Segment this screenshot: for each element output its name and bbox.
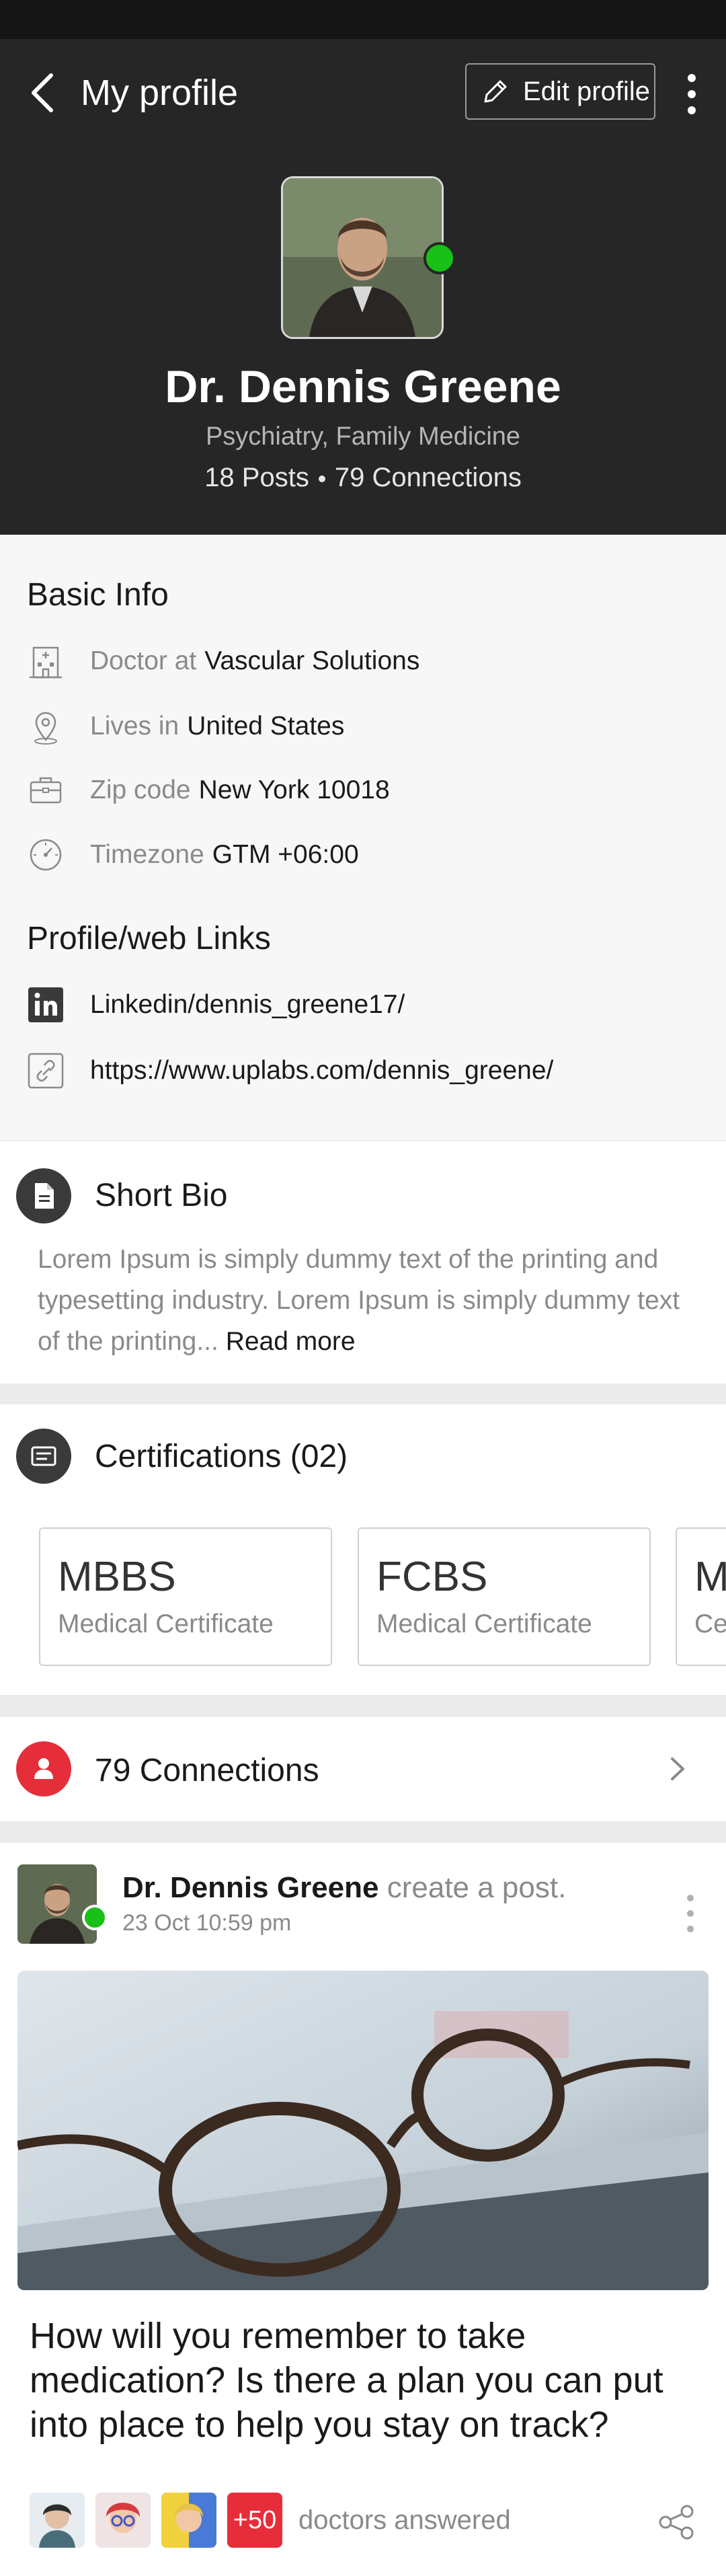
- cert-icon-circle: [16, 1429, 71, 1484]
- cert-subtitle: Medical Certificate: [58, 1609, 274, 1638]
- glasses-photo: [17, 1971, 709, 2290]
- edit-profile-label: Edit profile: [523, 76, 650, 106]
- info-label: Lives in: [90, 712, 179, 741]
- profile-header: My profile Edit profile Dr. Dennis Green…: [0, 39, 726, 535]
- short-bio-card: Short Bio Lorem Ipsum is simply dummy te…: [0, 1141, 726, 1384]
- post-question: How will you remember to take medication…: [30, 2316, 663, 2445]
- info-value: New York 10018: [198, 775, 390, 804]
- info-label: Doctor at: [90, 646, 197, 675]
- doctor-photo: [283, 178, 442, 337]
- linkedin-icon: [27, 986, 65, 1024]
- online-status-dot: [424, 242, 456, 274]
- separator-dot: [318, 476, 325, 483]
- short-bio-title: Short Bio: [95, 1178, 228, 1213]
- answers-row[interactable]: +50 doctors answered: [30, 2493, 511, 2548]
- profile-avatar-wrapper: [281, 176, 456, 339]
- cert-subtitle: Medical Certificate: [376, 1609, 592, 1638]
- bio-icon-circle: [16, 1168, 71, 1223]
- profile-links-title: Profile/web Links: [27, 921, 271, 956]
- connections-count[interactable]: 79 Connections: [335, 463, 522, 492]
- back-button[interactable]: [24, 66, 65, 120]
- basic-info-section: Basic Info Doctor at Vascular Solutions …: [0, 535, 726, 1140]
- connections-label: 79 Connections: [95, 1753, 319, 1788]
- info-value: United States: [187, 712, 345, 741]
- chevron-left-icon: [32, 73, 53, 112]
- share-button[interactable]: [656, 2502, 696, 2542]
- pencil-icon: [484, 80, 507, 103]
- info-value: GTM +06:00: [212, 840, 359, 869]
- answer-avatar: [30, 2493, 85, 2548]
- answer-avatar: [95, 2493, 151, 2548]
- info-row-workplace: Doctor at Vascular Solutions: [27, 638, 419, 685]
- avatar[interactable]: [281, 176, 444, 339]
- link-row-linkedin[interactable]: Linkedin/dennis_greene17/: [27, 981, 405, 1028]
- info-row-zipcode: Zip code New York 10018: [27, 767, 390, 814]
- connections-icon-circle: [16, 1741, 71, 1796]
- user-icon: [34, 1758, 53, 1779]
- link-row-website[interactable]: https://www.uplabs.com/dennis_greene/: [27, 1047, 553, 1094]
- briefcase-icon: [27, 771, 65, 809]
- certificate-icon: [31, 1446, 56, 1466]
- certifications-card: Certifications (02) MBBS Medical Certifi…: [0, 1404, 726, 1695]
- post-header: Dr. Dennis Greene create a post.: [122, 1871, 566, 1905]
- read-more-link[interactable]: Read more: [226, 1327, 356, 1356]
- profile-specialty: Psychiatry, Family Medicine: [205, 422, 521, 451]
- cert-name: FCBS: [376, 1554, 488, 1600]
- info-label: Zip code: [90, 775, 191, 804]
- answer-avatar: [161, 2493, 216, 2548]
- status-bar: [0, 0, 726, 39]
- cert-card[interactable]: FCBS Medical Certificate: [358, 1527, 651, 1666]
- vertical-dots-icon: [687, 1895, 694, 1932]
- info-row-timezone: Timezone GTM +06:00: [27, 831, 359, 878]
- cert-card[interactable]: M Ce: [676, 1527, 726, 1666]
- post-author[interactable]: Dr. Dennis Greene: [122, 1871, 378, 1904]
- answers-label: doctors answered: [298, 2505, 511, 2535]
- more-answers-badge: +50: [227, 2493, 282, 2548]
- cert-subtitle: Ce: [694, 1609, 726, 1638]
- info-label: Timezone: [90, 840, 204, 869]
- clock-gauge-icon: [27, 836, 65, 874]
- cert-name: MBBS: [58, 1554, 176, 1600]
- post-author-avatar[interactable]: [17, 1864, 97, 1944]
- bio-text: Lorem Ipsum is simply dummy text of the …: [38, 1239, 696, 1362]
- document-icon: [35, 1183, 54, 1209]
- post-image[interactable]: [17, 1971, 709, 2290]
- post-timestamp: 23 Oct 10:59 pm: [122, 1910, 292, 1936]
- hospital-icon: [27, 642, 65, 680]
- cert-card[interactable]: MBBS Medical Certificate: [39, 1527, 332, 1666]
- profile-name: Dr. Dennis Greene: [165, 361, 561, 412]
- website-link[interactable]: https://www.uplabs.com/dennis_greene/: [90, 1056, 553, 1086]
- post-card: Dr. Dennis Greene create a post. 23 Oct …: [0, 1843, 726, 2576]
- post-action: create a post.: [387, 1871, 567, 1904]
- location-pin-icon: [27, 708, 65, 745]
- chevron-right-icon: [666, 1752, 690, 1786]
- link-icon: [27, 1052, 65, 1090]
- basic-info-title: Basic Info: [27, 577, 169, 613]
- profile-stats: 18 Posts 79 Connections: [0, 463, 726, 493]
- page-title: My profile: [81, 73, 239, 113]
- info-row-location: Lives in United States: [27, 703, 344, 750]
- info-value: Vascular Solutions: [204, 646, 420, 675]
- posts-count[interactable]: 18 Posts: [204, 463, 309, 492]
- cert-name: M: [694, 1554, 726, 1600]
- edit-profile-button[interactable]: Edit profile: [465, 63, 655, 120]
- doctor-photo: [17, 1864, 97, 1944]
- post-options-button[interactable]: [679, 1890, 702, 1937]
- linkedin-link[interactable]: Linkedin/dennis_greene17/: [90, 990, 405, 1020]
- more-options-button[interactable]: [678, 69, 706, 120]
- vertical-dots-icon: [688, 74, 696, 114]
- connections-row[interactable]: 79 Connections: [0, 1717, 726, 1821]
- certifications-title: Certifications (02): [95, 1439, 348, 1474]
- bio-body: Lorem Ipsum is simply dummy text of the …: [38, 1245, 680, 1356]
- share-icon: [659, 2505, 694, 2540]
- online-status-dot: [82, 1905, 108, 1930]
